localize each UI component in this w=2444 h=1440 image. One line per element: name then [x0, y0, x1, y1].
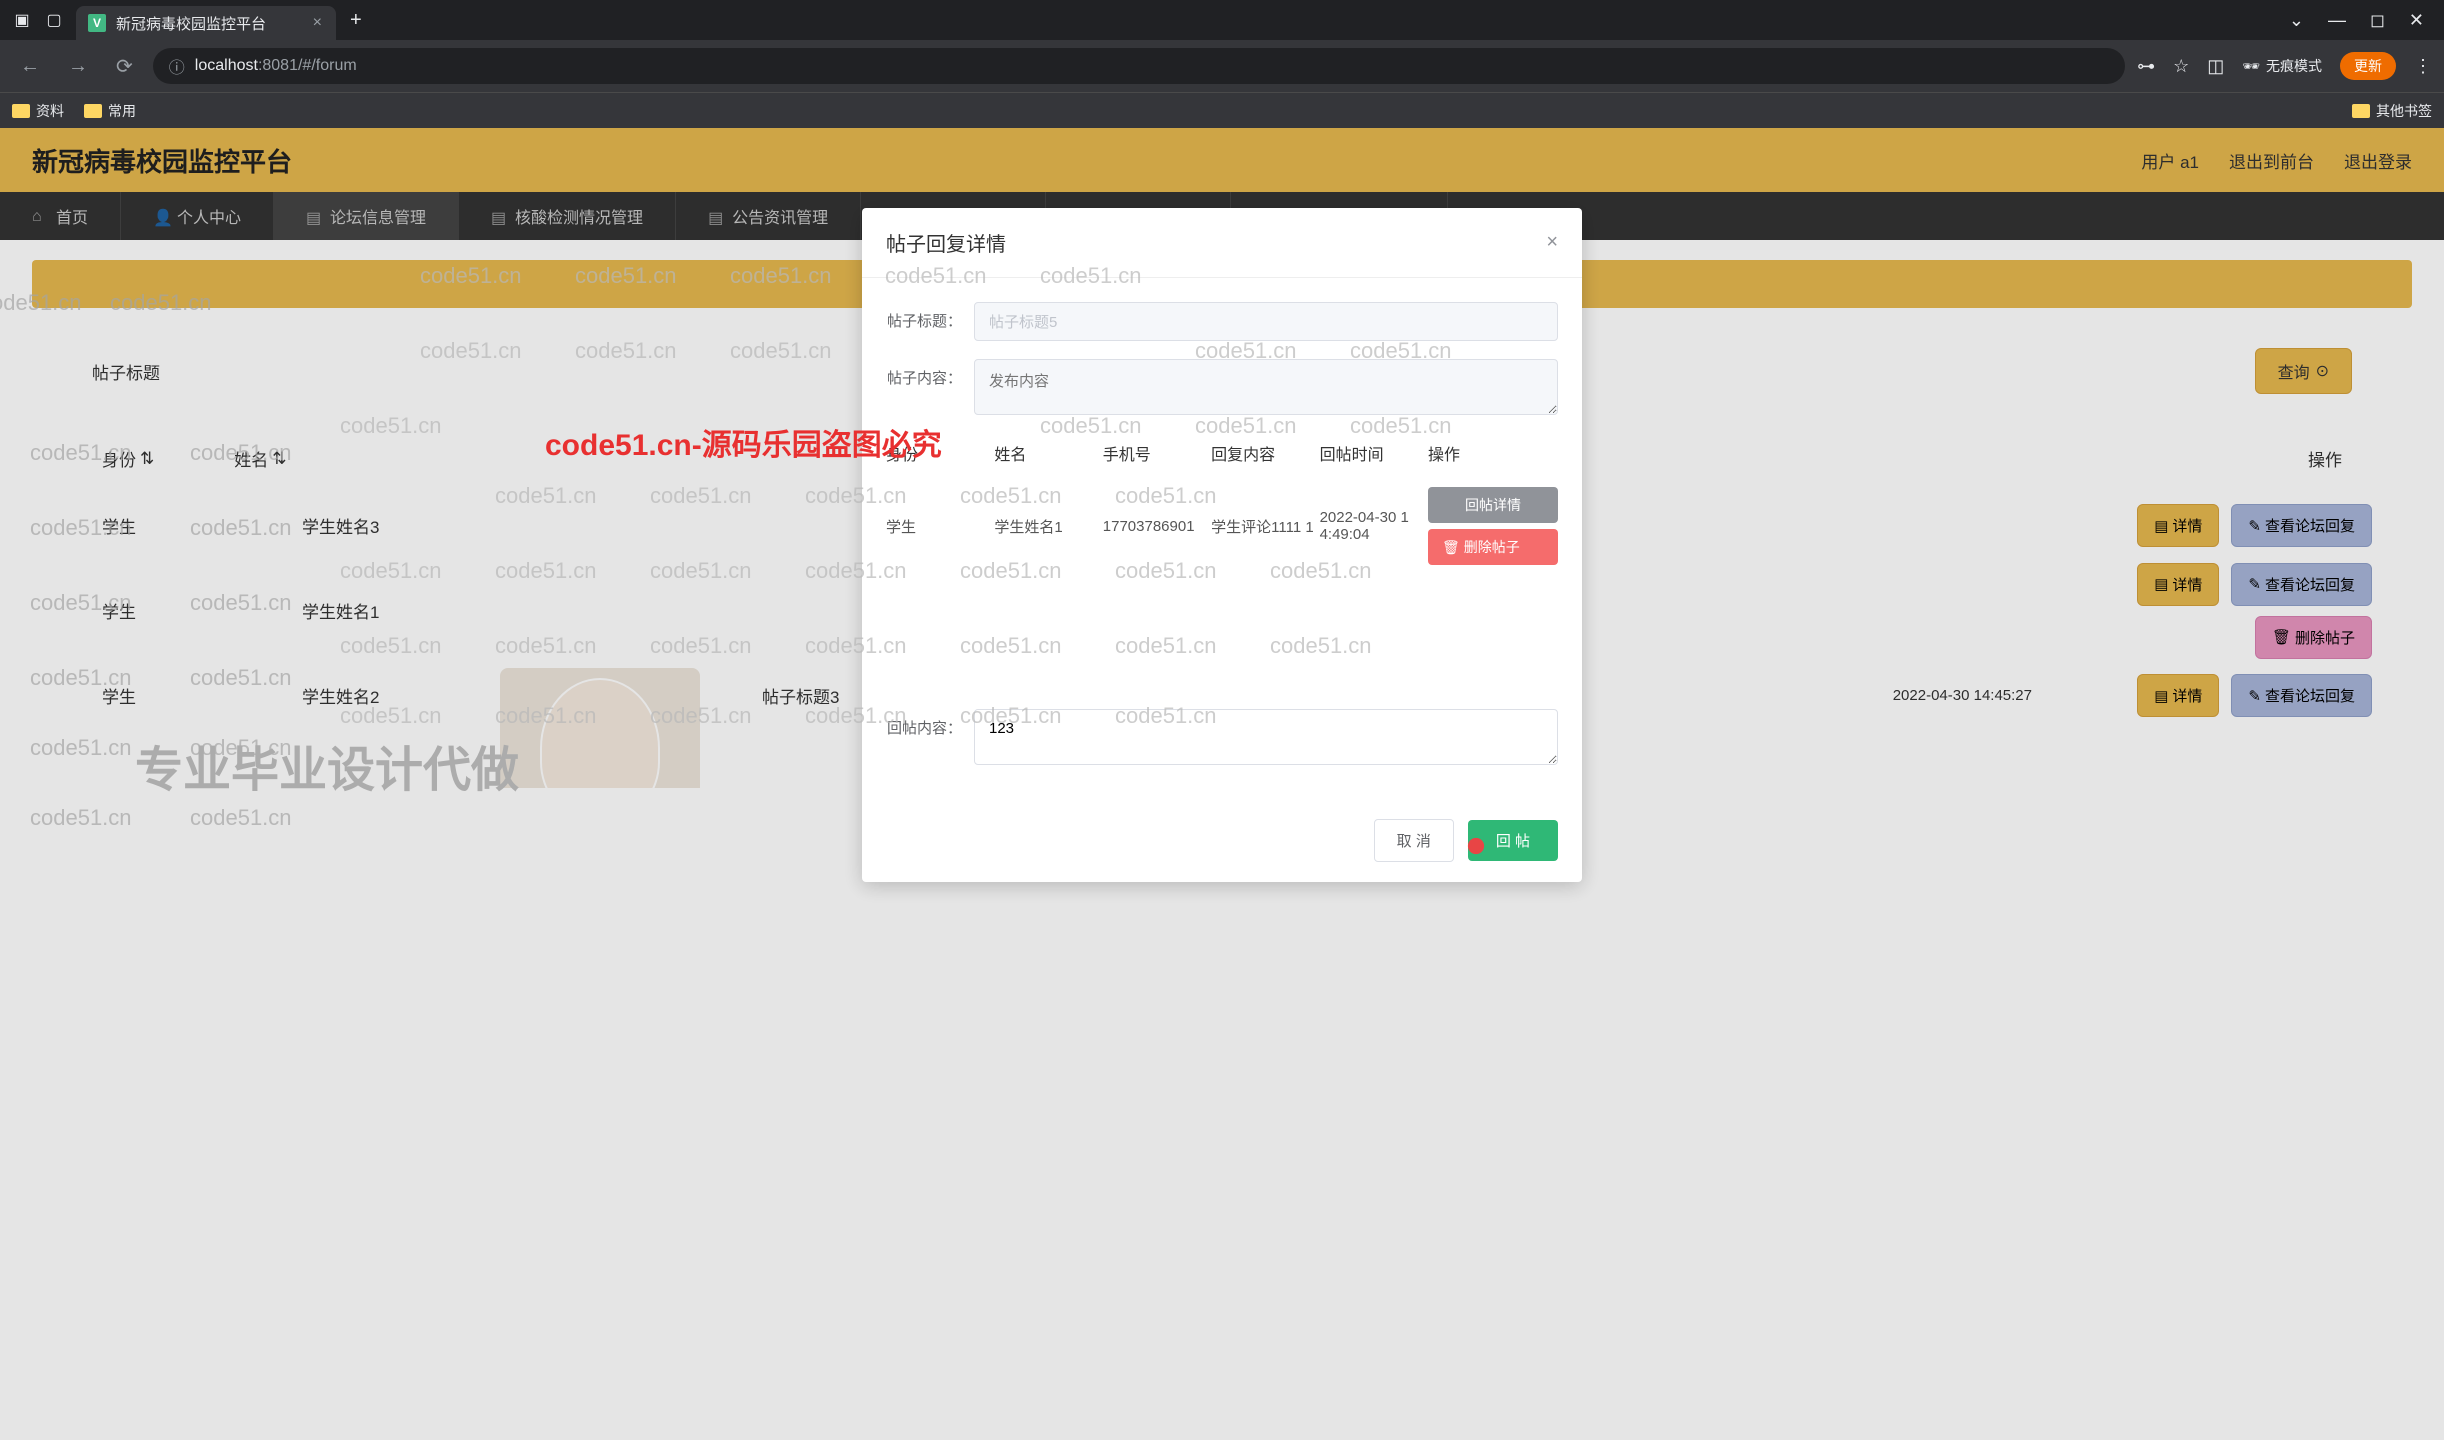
bookmark-item[interactable]: 常用 [84, 101, 136, 121]
reload-button[interactable]: ⟳ [108, 50, 141, 83]
col-time: 回帖时间 [1320, 441, 1428, 465]
extension-icon[interactable]: ◫ [2207, 56, 2224, 77]
url-host: localhost [195, 57, 258, 74]
tab-close-icon[interactable]: × [313, 14, 322, 32]
menu-icon[interactable]: ⋮ [2414, 56, 2432, 77]
content-label: 帖子内容： [886, 359, 962, 388]
url-input[interactable]: ⓘ localhost:8081/#/forum [153, 48, 2125, 84]
reply-textarea[interactable]: 123 [974, 709, 1558, 765]
cell-name: 学生姓名1 [994, 516, 1102, 537]
reply-row: 学生 学生姓名1 17703786901 学生评论1111 1 2022-04-… [886, 473, 1558, 579]
cell-phone: 17703786901 [1103, 518, 1211, 535]
reply-table: 身份 姓名 手机号 回复内容 回帖时间 操作 学生 学生姓名1 17703786… [886, 433, 1558, 579]
browser-tab-bar: ▣ ▢ V 新冠病毒校园监控平台 × + ⌄ — ◻ ✕ [0, 0, 2444, 40]
trash-icon: 🗑 [1442, 539, 1460, 556]
minimize-icon[interactable]: — [2328, 10, 2346, 31]
new-tab-button[interactable]: + [336, 9, 376, 32]
incognito-icon: 🕶 [2242, 58, 2260, 75]
chevron-down-icon[interactable]: ⌄ [2289, 10, 2304, 31]
col-content: 回复内容 [1211, 441, 1319, 465]
folder-icon [2352, 104, 2370, 118]
col-ops: 操作 [1428, 441, 1558, 465]
star-icon[interactable]: ☆ [2173, 56, 2189, 77]
close-window-icon[interactable]: ✕ [2409, 10, 2424, 31]
folder-icon [84, 104, 102, 118]
tab-favicon: V [88, 14, 106, 32]
folder-icon [12, 104, 30, 118]
update-button[interactable]: 更新 [2340, 52, 2396, 80]
maximize-icon[interactable]: ◻ [2370, 10, 2385, 31]
other-bookmarks[interactable]: 其他书签 [2352, 101, 2432, 121]
sys-icon: ▣ [10, 8, 34, 32]
title-input [974, 302, 1558, 341]
address-bar: ← → ⟳ ⓘ localhost:8081/#/forum ⊶ ☆ ◫ 🕶 无… [0, 40, 2444, 92]
modal-close-button[interactable]: × [1546, 231, 1558, 254]
bookmark-item[interactable]: 资料 [12, 101, 64, 121]
reply-detail-modal: 帖子回复详情 × 帖子标题： 帖子内容： 身份 姓名 手机号 回复内容 回帖时间 [862, 208, 1582, 882]
col-name: 姓名 [994, 441, 1102, 465]
cell-content: 学生评论1111 1 [1211, 516, 1319, 537]
reply-label: 回帖内容： [886, 709, 962, 738]
tab-title: 新冠病毒校园监控平台 [116, 13, 303, 34]
watermark-red: code51.cn-源码乐园盗图必究 [545, 420, 942, 464]
reply-detail-button[interactable]: 回帖详情 [1428, 487, 1558, 523]
key-icon[interactable]: ⊶ [2137, 56, 2155, 77]
browser-tab[interactable]: V 新冠病毒校园监控平台 × [76, 6, 336, 40]
incognito-label: 无痕模式 [2266, 56, 2322, 76]
incognito-badge: 🕶 无痕模式 [2242, 56, 2322, 76]
col-phone: 手机号 [1103, 441, 1211, 465]
back-button[interactable]: ← [12, 51, 48, 82]
info-icon: ⓘ [169, 54, 185, 78]
url-path: :8081/#/forum [258, 57, 357, 74]
cell-time: 2022-04-30 1 4:49:04 [1320, 509, 1428, 543]
cursor-indicator [1462, 832, 1490, 860]
forward-button[interactable]: → [60, 51, 96, 82]
sys-icon-2: ▢ [42, 8, 66, 32]
title-label: 帖子标题： [886, 302, 962, 331]
bookmark-bar: 资料 常用 其他书签 [0, 92, 2444, 128]
delete-reply-button[interactable]: 🗑删除帖子 [1428, 529, 1558, 565]
cancel-button[interactable]: 取 消 [1374, 819, 1454, 862]
content-textarea [974, 359, 1558, 415]
modal-backdrop: 帖子回复详情 × 帖子标题： 帖子内容： 身份 姓名 手机号 回复内容 回帖时间 [0, 128, 2444, 1440]
submit-reply-button[interactable]: 回 帖 [1468, 820, 1558, 861]
cell-role: 学生 [886, 516, 994, 537]
modal-title: 帖子回复详情 [886, 228, 1006, 257]
